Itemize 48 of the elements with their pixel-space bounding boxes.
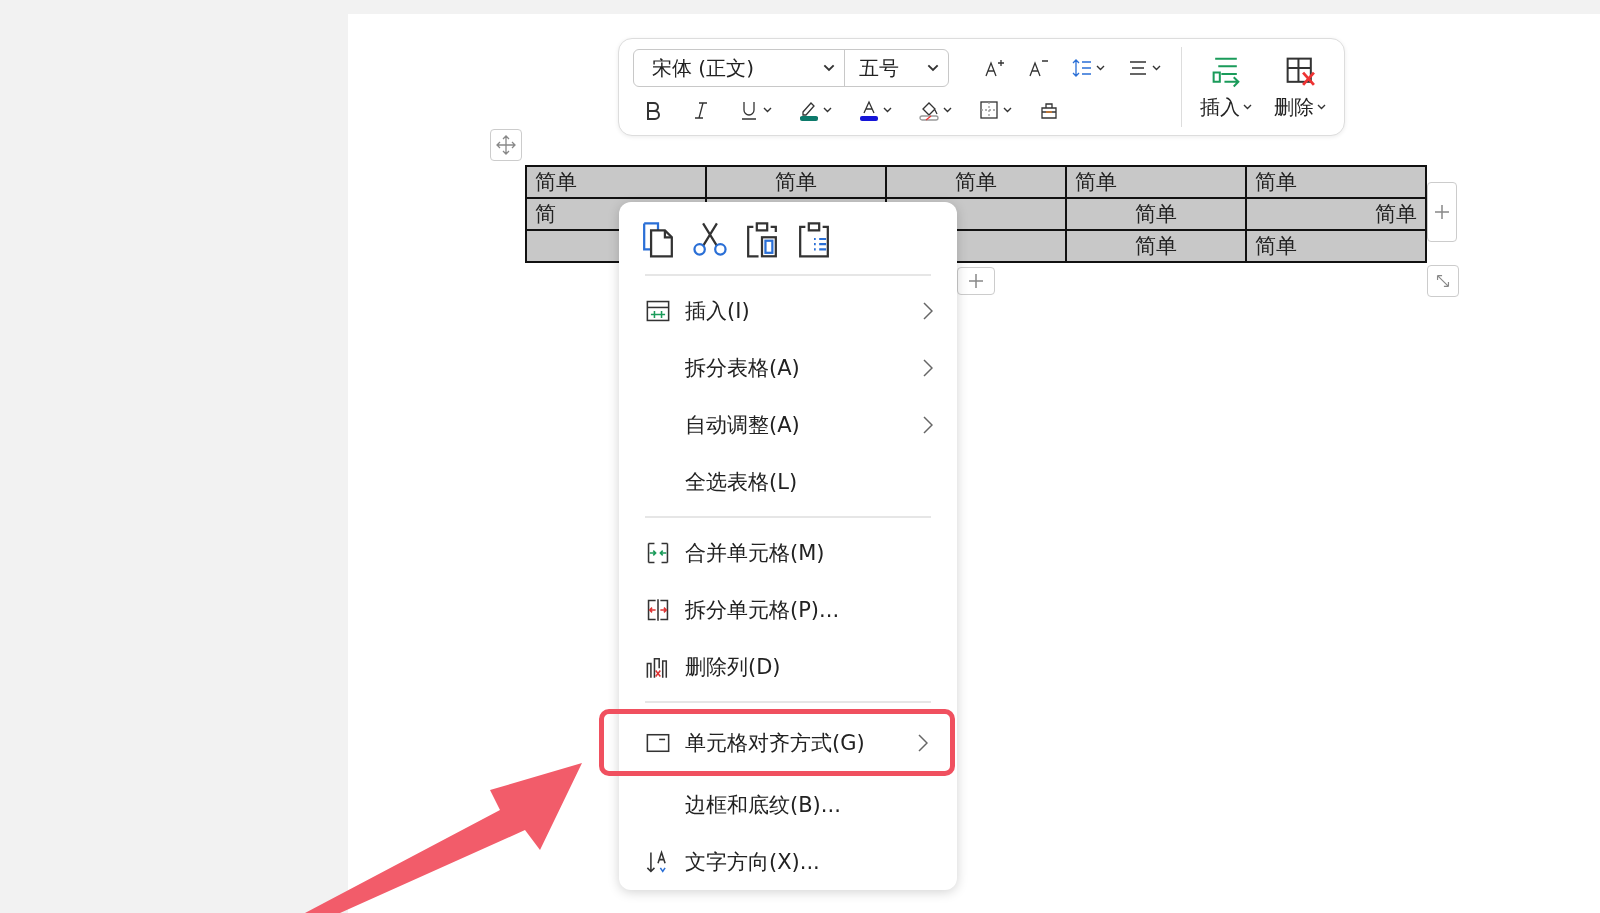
menu-item[interactable]: 插入(I) [619, 282, 957, 339]
caret-icon [1317, 104, 1326, 110]
table-cell-text: 简单 [1135, 234, 1177, 258]
insert-button[interactable]: 插入 [1196, 51, 1256, 123]
caret-icon [1096, 65, 1105, 71]
table-cell-text: 简单 [1255, 170, 1297, 194]
caret-icon [822, 64, 836, 72]
font-color-icon [858, 99, 880, 121]
delete-button[interactable]: 删除 [1270, 51, 1330, 123]
menu-item[interactable]: 文字方向(X)... [619, 833, 957, 890]
caret-icon [1152, 65, 1161, 71]
table-cell-text: 简单 [535, 170, 577, 194]
caret-icon [1003, 107, 1012, 113]
caret-icon [883, 107, 892, 113]
caret-icon [926, 64, 940, 72]
caret-icon [823, 107, 832, 113]
caret-icon [763, 107, 772, 113]
font-dropdown[interactable]: 宋体 (正文) [634, 50, 844, 86]
cut-icon [691, 220, 729, 258]
caret-icon [1243, 104, 1252, 110]
menu-item[interactable]: 拆分表格(A) [619, 339, 957, 396]
move-handle[interactable] [490, 129, 522, 161]
add-column-icon [1434, 204, 1450, 220]
cut-button[interactable] [691, 220, 729, 258]
menu-item[interactable]: 删除列(D) [619, 638, 957, 695]
resize-handle[interactable] [1427, 265, 1459, 297]
table-cell-text: 简单 [1375, 202, 1417, 226]
table-cell-text: 简 [535, 202, 556, 226]
move-handle-icon [495, 134, 517, 156]
table-cell-text: 简单 [1255, 234, 1297, 258]
menu-item[interactable]: 拆分单元格(P)... [619, 581, 957, 638]
menu-item[interactable]: 自动调整(A) [619, 396, 957, 453]
caret-icon [943, 107, 952, 113]
table-cell-text: 简单 [1075, 170, 1117, 194]
grow-font-icon [983, 57, 1005, 79]
shrink-font-icon [1027, 57, 1049, 79]
menu-item[interactable]: 边框和底纹(B)... [619, 776, 957, 833]
menu-item[interactable]: 单元格对齐方式(G) [599, 709, 955, 776]
borders-icon [978, 99, 1000, 121]
table-cell-text: 简单 [775, 170, 817, 194]
table-cell-text: 简单 [955, 170, 997, 194]
font-size-dropdown[interactable]: 五号 [844, 50, 948, 86]
add-row-icon [968, 273, 984, 289]
menu-item[interactable]: 合并单元格(M) [619, 524, 957, 581]
split-cells-icon [645, 596, 671, 623]
menu-item[interactable]: 全选表格(L) [619, 453, 957, 510]
line-spacing-icon [1071, 57, 1093, 79]
table-cell-text: 简单 [1135, 202, 1177, 226]
